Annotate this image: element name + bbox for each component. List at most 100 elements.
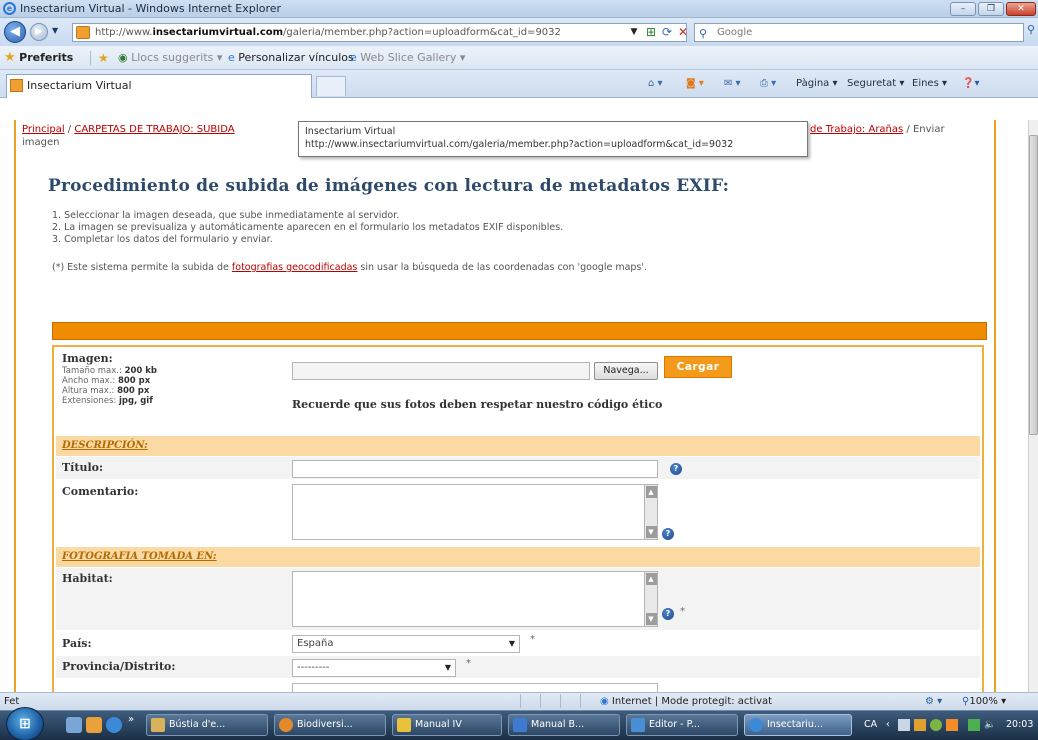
comentario-textarea[interactable] xyxy=(292,484,658,540)
tray-expand-icon[interactable]: ‹ xyxy=(886,710,890,740)
search-provider-icon: ⚲ xyxy=(699,27,708,40)
add-favorites-icon[interactable]: ★ xyxy=(98,46,109,70)
ethics-notice: Recuerde que sus fotos deben respetar nu… xyxy=(292,398,663,411)
zoom-control[interactable]: ⚲100% ▾ xyxy=(962,693,1006,710)
step-2: 2. La imagen se previsualiza y automátic… xyxy=(52,222,564,233)
help-icon[interactable]: ? xyxy=(670,463,682,475)
ie-quicklaunch-icon[interactable] xyxy=(106,717,122,733)
scroll-up-arrow[interactable]: ▲ xyxy=(645,486,657,498)
pais-select[interactable]: España ▼ xyxy=(292,635,520,653)
tools-menu[interactable]: Eines ▾ xyxy=(912,73,947,95)
fav-item-label: Web Slice Gallery ▾ xyxy=(360,51,466,64)
protected-mode-icon[interactable]: ⚙ ▾ xyxy=(925,693,942,710)
volume-icon[interactable]: 🔈 xyxy=(984,710,996,740)
constraint-value: 800 px xyxy=(117,386,150,396)
breadcrumb-current-cont: imagen xyxy=(22,137,60,148)
more-icon[interactable]: » xyxy=(128,714,134,725)
address-bar[interactable]: http://www.insectariumvirtual.com/galeri… xyxy=(72,23,687,42)
ie-page-icon: e xyxy=(350,51,357,64)
browse-button[interactable]: Navega... xyxy=(594,362,658,380)
geocoded-photos-link[interactable]: fotografias geocodificadas xyxy=(232,262,357,273)
file-path-input[interactable] xyxy=(292,362,590,380)
upload-button[interactable]: Cargar xyxy=(664,356,732,378)
help-menu-icon[interactable]: ❓▾ xyxy=(962,73,979,95)
search-placeholder: Google xyxy=(717,27,753,38)
history-dropdown-icon[interactable]: ▼ xyxy=(52,26,58,35)
favorites-button[interactable]: ★ Preferits xyxy=(4,46,73,70)
security-menu[interactable]: Seguretat ▾ xyxy=(847,73,904,95)
tray-app-icon[interactable] xyxy=(946,719,958,731)
folder-icon xyxy=(151,718,165,732)
new-tab-button[interactable] xyxy=(316,76,346,96)
close-window-button[interactable]: ✕ xyxy=(1006,2,1036,16)
compatibility-view-icon[interactable]: ⊞ xyxy=(644,23,658,42)
taskbar-button-mail[interactable]: Bústia d'e... xyxy=(146,714,268,736)
taskbar-button-biodiversity[interactable]: Biodiversi... xyxy=(274,714,386,736)
constraint-label: Extensiones: xyxy=(62,396,119,406)
network-icon[interactable] xyxy=(968,719,980,731)
page-menu[interactable]: Pàgina ▾ xyxy=(796,73,838,95)
maximize-button[interactable]: ❐ xyxy=(978,2,1004,16)
scroll-down-arrow[interactable]: ▼ xyxy=(645,526,657,538)
refresh-icon[interactable]: ⟳ xyxy=(660,23,674,42)
titulo-input[interactable] xyxy=(292,460,658,478)
breadcrumb-separator: / xyxy=(64,124,75,135)
constraint-value: jpg, gif xyxy=(118,396,153,406)
comentario-scrollbar[interactable]: ▲ ▼ xyxy=(644,485,657,539)
pais-selected-value: España xyxy=(297,638,334,649)
tray-app-icon[interactable] xyxy=(898,719,910,731)
start-button[interactable]: ⊞ xyxy=(6,707,44,740)
breadcrumb-category-link[interactable]: de Trabajo: Arañas xyxy=(810,124,903,135)
print-icon[interactable]: ⎙ ▾ xyxy=(760,73,776,95)
help-icon[interactable]: ? xyxy=(662,528,674,540)
taskbar-button-manual-iv[interactable]: Manual IV xyxy=(392,714,502,736)
ie-icon: e xyxy=(3,2,16,15)
note-text: (*) Este sistema permite la subida de xyxy=(52,262,232,273)
language-indicator[interactable]: CA xyxy=(864,710,877,740)
clock[interactable]: 20:03 xyxy=(1006,710,1033,740)
fav-item-customize-links[interactable]: e Personalizar vínculos xyxy=(228,46,354,70)
separator xyxy=(520,694,521,708)
search-icon[interactable]: ⚲ xyxy=(1027,23,1035,36)
window-title: Insectarium Virtual - Windows Internet E… xyxy=(20,2,282,15)
search-box[interactable]: ⚲ Google xyxy=(694,23,1024,42)
constraint-value: 800 px xyxy=(117,376,151,386)
dropdown-arrow-icon: ▼ xyxy=(444,663,451,672)
help-icon[interactable]: ? xyxy=(662,608,674,620)
habitat-textarea[interactable] xyxy=(292,571,658,627)
minimize-button[interactable]: – xyxy=(950,2,976,16)
next-field-input[interactable] xyxy=(292,683,658,692)
home-icon[interactable]: ⌂ ▾ xyxy=(648,73,663,95)
feeds-icon[interactable]: ◙ ▾ xyxy=(686,73,704,95)
mail-icon[interactable]: ✉ ▾ xyxy=(724,73,741,95)
imagen-label: Imagen: xyxy=(62,352,113,365)
scroll-down-arrow[interactable]: ▼ xyxy=(645,613,657,625)
fav-item-suggested-sites[interactable]: ◉ Llocs suggerits ▾ xyxy=(118,46,222,70)
page-scroll-thumb[interactable] xyxy=(1029,135,1038,435)
tray-app-icon[interactable] xyxy=(914,719,926,731)
constraint-label: Ancho max.: xyxy=(62,376,118,386)
constraint-label: Altura max.: xyxy=(62,386,118,396)
habitat-scrollbar[interactable]: ▲ ▼ xyxy=(644,572,657,626)
zone-indicator[interactable]: ◉ Internet | Mode protegit: activat xyxy=(600,693,772,710)
forward-button[interactable]: ▶ xyxy=(30,23,48,41)
zone-text: Internet | Mode protegit: activat xyxy=(611,696,773,707)
back-button[interactable]: ◀ xyxy=(4,21,26,43)
tray-app-icon[interactable] xyxy=(930,719,942,731)
taskbar-button-editor[interactable]: Editor - P... xyxy=(626,714,738,736)
show-desktop-icon[interactable] xyxy=(66,717,82,733)
taskbar-button-insectarium[interactable]: Insectariu... xyxy=(744,714,852,736)
breadcrumb-folder-link[interactable]: CARPETAS DE TRABAJO: SUBIDA xyxy=(74,124,234,135)
fav-item-web-slice-gallery[interactable]: e Web Slice Gallery ▾ xyxy=(350,46,465,70)
tab-insectarium[interactable]: Insectarium Virtual xyxy=(6,74,312,98)
breadcrumb-home-link[interactable]: Principal xyxy=(22,124,65,135)
word-icon xyxy=(513,718,527,732)
link-tooltip: Insectarium Virtual http://www.insectari… xyxy=(298,121,808,157)
provincia-select[interactable]: --------- ▼ xyxy=(292,659,456,677)
taskbar-button-label: Biodiversi... xyxy=(297,719,353,730)
explorer-icon[interactable] xyxy=(86,717,102,733)
stop-icon[interactable]: ✕ xyxy=(676,23,690,42)
address-dropdown-icon[interactable]: ▼ xyxy=(628,23,640,42)
scroll-up-arrow[interactable]: ▲ xyxy=(645,573,657,585)
taskbar-button-manual-b[interactable]: Manual B... xyxy=(508,714,620,736)
